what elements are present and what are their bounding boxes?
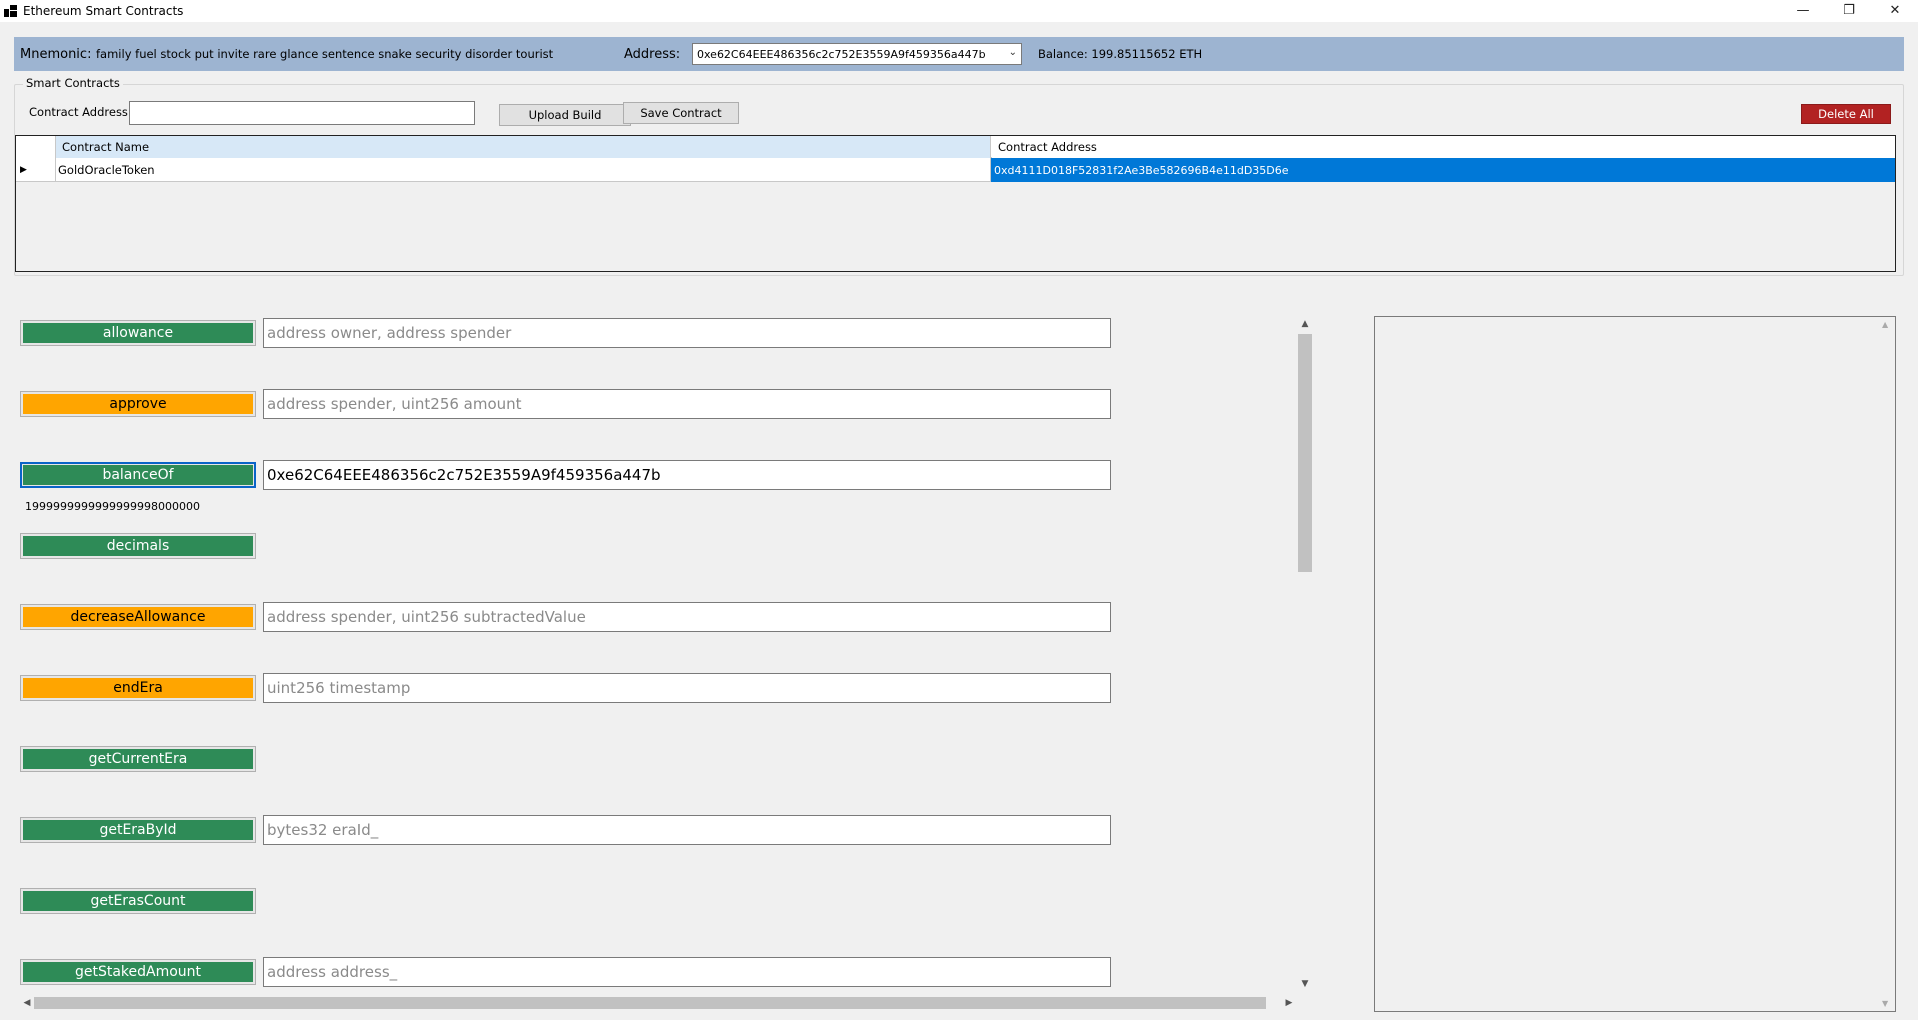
vertical-scrollbar[interactable]: ▲ ▼ [1296,316,1314,992]
approve-button[interactable]: approve [20,391,256,417]
balanceof-input[interactable]: 0xe62C64EEE486356c2c752E3559A9f459356a44… [263,460,1111,490]
contracts-grid[interactable]: Contract Name Contract Address ▶ GoldOra… [15,135,1896,272]
contract-address-label: Contract Address [29,105,128,119]
output-scrollbar[interactable]: ▲ ▼ [1879,317,1895,1011]
address-dropdown-value: 0xe62C64EEE486356c2c752E3559A9f459356a44… [697,47,986,61]
cell-contract-address[interactable]: 0xd4111D018F52831f2Ae3Be582696B4e11dD35D… [991,158,1895,182]
address-label: Address: [624,46,681,62]
minimize-button[interactable]: — [1780,0,1826,20]
decreaseallowance-input[interactable]: address spender, uint256 subtractedValue [263,602,1111,632]
balance-label: Balance: 199.85115652 ETH [1038,47,1203,61]
vertical-scroll-thumb[interactable] [1298,334,1312,572]
output-textbox[interactable]: ▲ ▼ [1374,316,1896,1012]
save-contract-button[interactable]: Save Contract [623,102,739,124]
approve-input[interactable]: address spender, uint256 amount [263,389,1111,419]
mnemonic-label: Mnemonic: [20,46,92,62]
balanceof-result: 1999999999999999998000000 [25,500,200,513]
horizontal-scroll-thumb[interactable] [34,997,1266,1009]
column-header-contract-address[interactable]: Contract Address [992,136,1895,158]
column-header-contract-name[interactable]: Contract Name [56,136,991,158]
functions-panel: allowance address owner, address spender… [0,300,1296,990]
grid-header: Contract Name Contract Address [16,136,1895,158]
contract-address-input[interactable] [129,101,475,125]
getcurrentera-button[interactable]: getCurrentEra [20,746,256,772]
horizontal-scrollbar[interactable]: ◀ ▶ [20,994,1296,1012]
grid-corner [16,136,56,158]
table-row[interactable]: ▶ GoldOracleToken 0xd4111D018F52831f2Ae3… [16,158,1895,182]
getstakedamount-input[interactable]: address address_ [263,957,1111,987]
mnemonic-bar: Mnemonic: family fuel stock put invite r… [14,37,1904,71]
geterascount-button[interactable]: getErasCount [20,888,256,914]
getstakedamount-button[interactable]: getStakedAmount [20,959,256,985]
chevron-down-icon: ⌄ [1008,47,1017,58]
address-dropdown[interactable]: 0xe62C64EEE486356c2c752E3559A9f459356a44… [692,43,1022,65]
window-title: Ethereum Smart Contracts [23,4,184,18]
scroll-up-icon[interactable]: ▲ [1296,316,1314,332]
decimals-button[interactable]: decimals [20,533,256,559]
geterabyid-button[interactable]: getEraById [20,817,256,843]
mnemonic-value: family fuel stock put invite rare glance… [96,47,554,61]
delete-all-button[interactable]: Delete All [1801,104,1891,124]
allowance-button[interactable]: allowance [20,320,256,346]
scroll-left-icon[interactable]: ◀ [20,994,34,1012]
output-scroll-down-icon[interactable]: ▼ [1882,999,1888,1008]
title-bar: Ethereum Smart Contracts — ❐ ✕ [0,0,1918,22]
geterabyid-input[interactable]: bytes32 eraId_ [263,815,1111,845]
output-scroll-up-icon[interactable]: ▲ [1882,320,1888,329]
scroll-down-icon[interactable]: ▼ [1296,976,1314,992]
cell-contract-name[interactable]: GoldOracleToken [56,158,991,182]
group-title: Smart Contracts [23,76,123,90]
close-button[interactable]: ✕ [1872,0,1918,20]
restore-button[interactable]: ❐ [1826,0,1872,20]
scroll-right-icon[interactable]: ▶ [1282,994,1296,1012]
endera-input[interactable]: uint256 timestamp [263,673,1111,703]
balanceof-button[interactable]: balanceOf [20,462,256,488]
row-pointer-icon: ▶ [16,158,56,182]
smart-contracts-group: Smart Contracts Contract Address Upload … [14,76,1904,276]
app-icon [4,5,18,17]
endera-button[interactable]: endEra [20,675,256,701]
allowance-input[interactable]: address owner, address spender [263,318,1111,348]
upload-build-button[interactable]: Upload Build [499,104,631,126]
decreaseallowance-button[interactable]: decreaseAllowance [20,604,256,630]
